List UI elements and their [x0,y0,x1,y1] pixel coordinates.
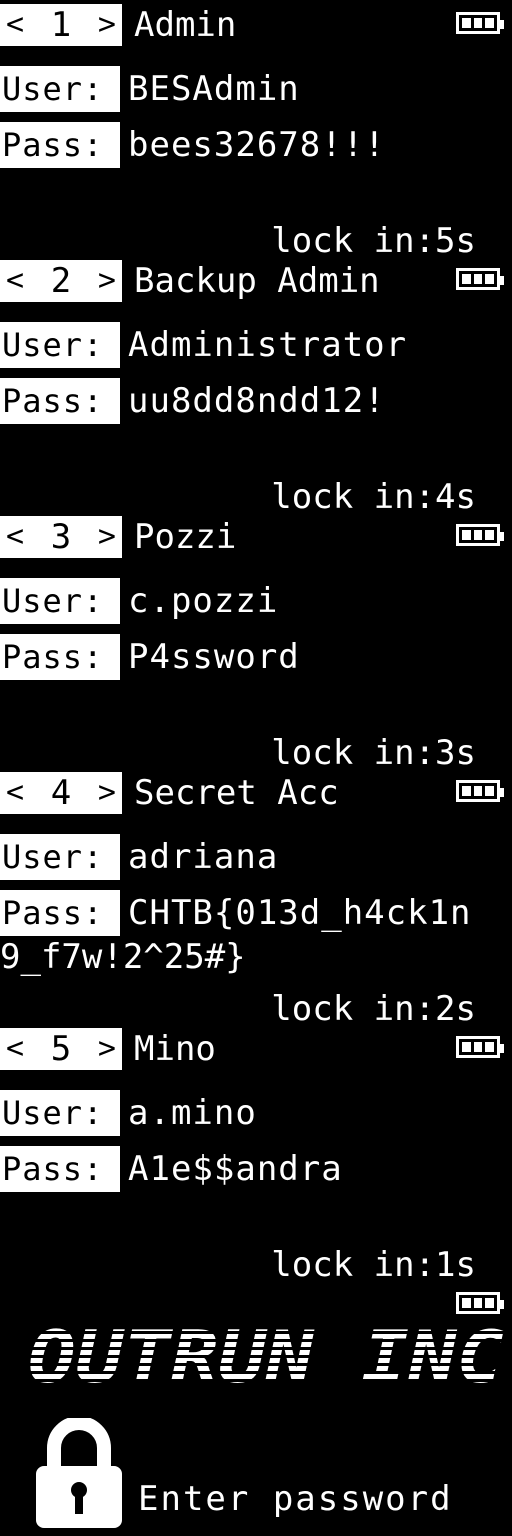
user-label: User: [0,1090,120,1136]
entry-index: 4 [50,773,72,813]
pass-value: CHTB{013d_h4ck1n [128,893,472,933]
user-label: User: [0,834,120,880]
padlock-icon [36,1418,122,1528]
prev-arrow[interactable]: < [6,260,24,302]
user-value: a.mino [128,1093,257,1133]
user-value: adriana [128,837,279,877]
pass-value: uu8dd8ndd12! [128,381,386,421]
prev-arrow[interactable]: < [6,1028,24,1070]
pass-label: Pass: [0,634,120,680]
prev-arrow[interactable]: < [6,4,24,46]
lock-countdown: lock in:1s [271,1245,476,1285]
entry-title: Backup Admin [134,261,380,301]
pass-label: Pass: [0,1146,120,1192]
battery-full-icon [456,780,504,802]
next-arrow[interactable]: > [98,772,116,814]
pass-value: P4ssword [128,637,300,677]
user-label: User: [0,322,120,368]
entry-title: Secret Acc [134,773,339,813]
next-arrow[interactable]: > [98,516,116,558]
prev-arrow[interactable]: < [6,772,24,814]
battery-full-icon [456,12,504,34]
entry-screen-4: < 4 > Secret Acc User: adriana Pass: CHT… [0,768,512,1029]
entry-nav[interactable]: < 4 > [0,772,122,814]
prev-arrow[interactable]: < [6,516,24,558]
enter-password-prompt[interactable]: Enter password [138,1478,453,1520]
next-arrow[interactable]: > [98,260,116,302]
user-value: BESAdmin [128,69,300,109]
pass-value: A1e$$andra [128,1149,343,1189]
pass-label: Pass: [0,122,120,168]
entry-screen-3: < 3 > Pozzi User: c.pozzi Pass: P4ssword… [0,512,512,773]
pass-label: Pass: [0,378,120,424]
user-label: User: [0,578,120,624]
entry-index: 1 [50,5,72,45]
pass-value-continued: 9_f7w!2^25#} [0,937,246,977]
entry-index: 5 [50,1029,72,1069]
entry-index: 2 [50,261,72,301]
entry-nav[interactable]: < 3 > [0,516,122,558]
pass-value: bees32678!!! [128,125,386,165]
entry-screen-5: < 5 > Mino User: a.mino Pass: A1e$$andra… [0,1024,512,1285]
battery-full-icon [456,1036,504,1058]
logo-text: OUTRUN INC [28,1318,504,1398]
entry-screen-1: < 1 > Admin User: BESAdmin Pass: bees326… [0,0,512,261]
user-value: c.pozzi [128,581,279,621]
entry-nav[interactable]: < 1 > [0,4,122,46]
outrun-logo: OUTRUN INC [28,1318,504,1398]
user-value: Administrator [128,325,408,365]
next-arrow[interactable]: > [98,1028,116,1070]
entry-title: Mino [134,1029,216,1069]
entry-screen-2: < 2 > Backup Admin User: Administrator P… [0,256,512,517]
entry-nav[interactable]: < 2 > [0,260,122,302]
pass-label: Pass: [0,890,120,936]
entry-index: 3 [50,517,72,557]
next-arrow[interactable]: > [98,4,116,46]
battery-full-icon [456,1292,504,1314]
entry-title: Pozzi [134,517,237,557]
entry-title: Admin [134,5,237,45]
battery-full-icon [456,524,504,546]
entry-nav[interactable]: < 5 > [0,1028,122,1070]
battery-full-icon [456,268,504,290]
user-label: User: [0,66,120,112]
